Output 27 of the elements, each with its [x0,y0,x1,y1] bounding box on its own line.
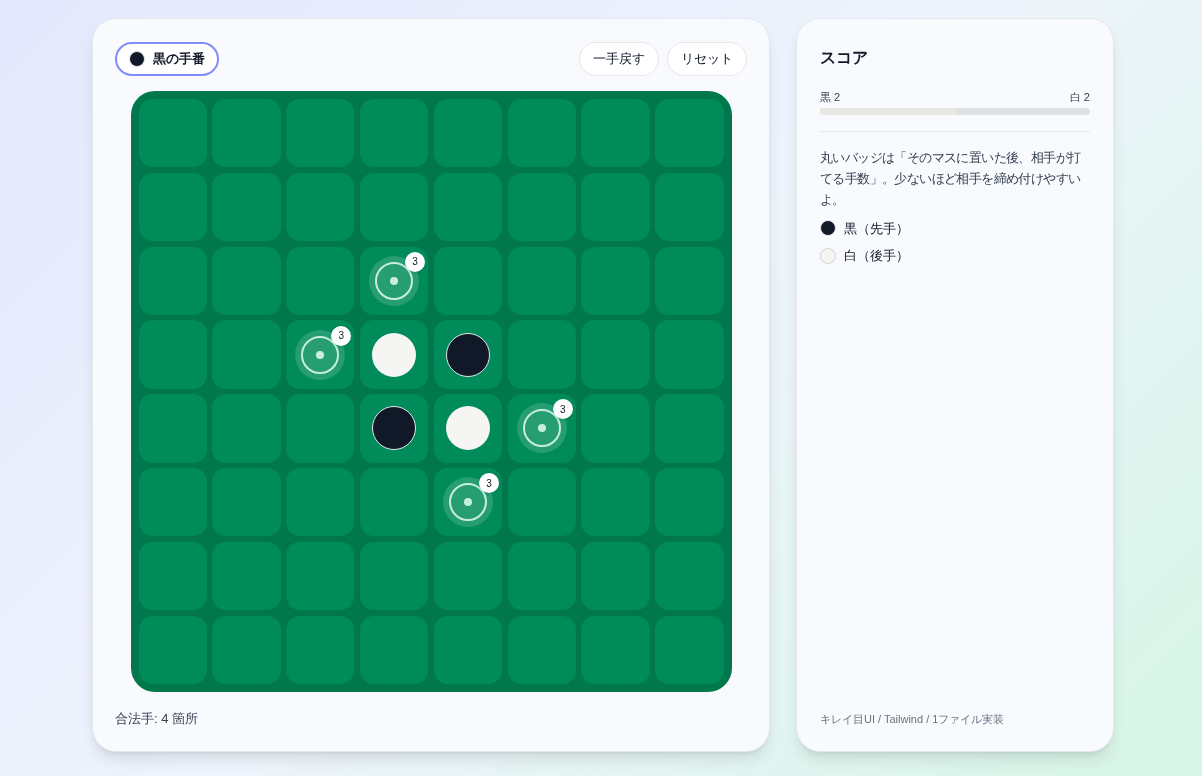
reply-count-badge: 3 [405,251,426,272]
legend-label: 黒（先手） [844,219,909,238]
board-cell[interactable] [655,615,724,684]
score-label: 黒 2 [820,90,841,105]
board-cell[interactable]: 3 [286,320,355,389]
footer-note: キレイ目UI / Tailwind / 1ファイル実装 [820,711,1006,727]
legend-label: 白（後手） [844,247,909,265]
reply-count-badge: 3 [331,325,352,346]
board-cell[interactable]: 3 [507,394,576,463]
undo-button[interactable]: 一手戻す [579,42,659,76]
board-cell[interactable]: 3 [433,468,503,537]
board-cell[interactable] [138,99,207,168]
board-cell[interactable] [655,99,724,168]
board-cell[interactable] [359,320,429,389]
score-title: スコア [820,48,869,68]
board-cell[interactable] [359,394,429,463]
reply-count-badge: 3 [478,473,499,494]
score-label: 白 2 [1069,90,1090,105]
legal-moves-count: 合法手: 4 箇所 [115,710,200,728]
board-cell[interactable] [433,394,503,463]
badge-explanation: 丸いバッジは「そのマスに置いた後、相手が打てる手数」。少ないほど相手を締め付けやすいよ。 [820,149,1082,209]
board-cell[interactable] [433,320,503,389]
board-cell[interactable] [138,615,207,684]
turn-label: 黒の手番 [153,50,205,69]
board-cell[interactable]: 3 [359,246,429,315]
reset-button[interactable]: リセット [667,42,747,76]
reply-count-badge: 3 [552,399,573,420]
